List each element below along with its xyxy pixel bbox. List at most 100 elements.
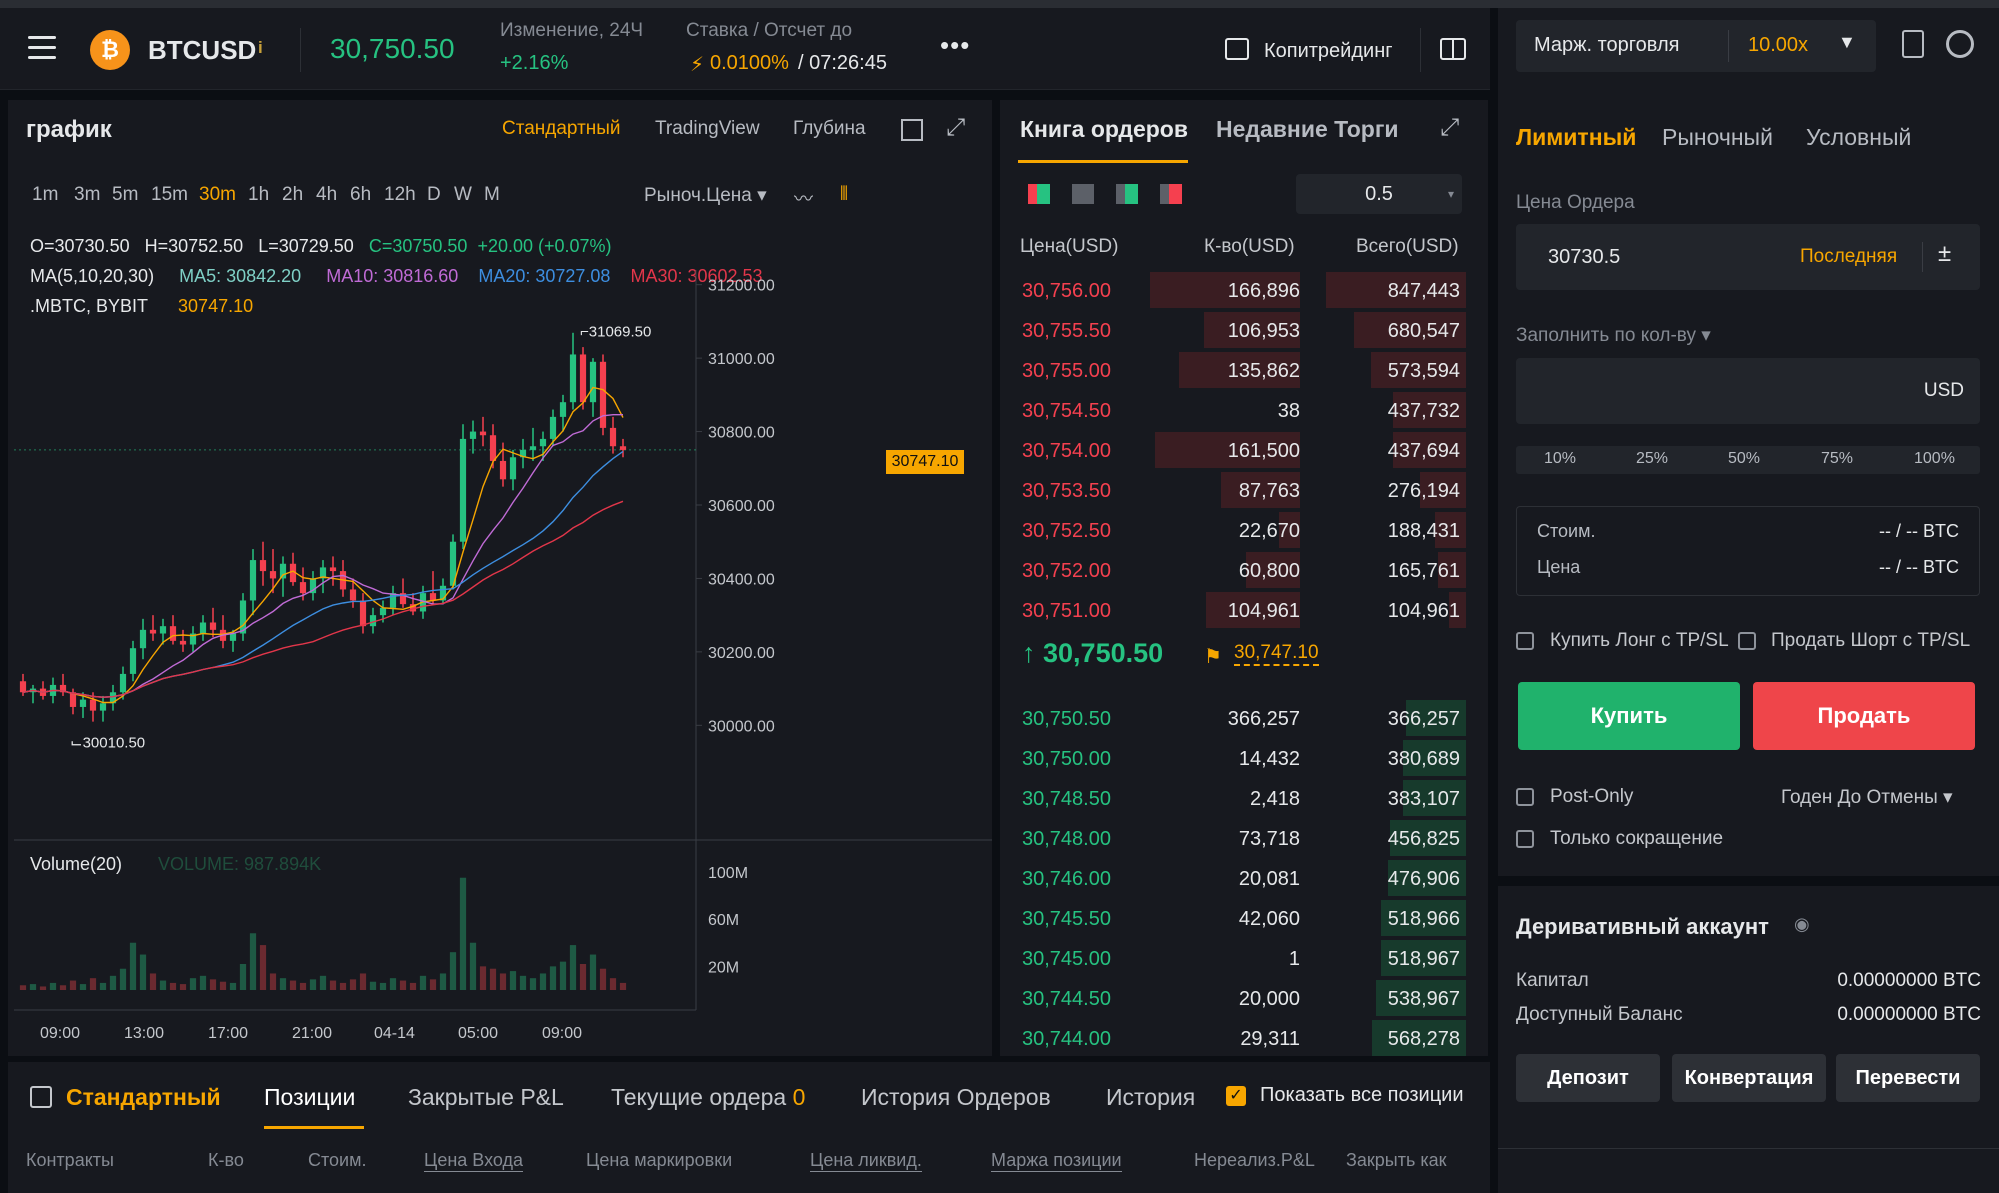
qty-slider[interactable]: 10% 25% 50% 75% 100% (1516, 446, 1980, 474)
col-7[interactable]: Нереализ.P&L (1194, 1150, 1315, 1171)
short-tpsl-checkbox[interactable] (1738, 632, 1756, 650)
pct-100[interactable]: 100% (1914, 450, 1955, 468)
volume-bar (129, 942, 137, 990)
ask-total: 104,961 (1387, 600, 1460, 622)
orderbook-panel: Книга ордеров Недавние Торги ⤢ 0.5 ▾ Цена… (1000, 100, 1488, 1056)
tab-standard[interactable]: Стандартный (66, 1084, 221, 1111)
eye-icon[interactable]: ◉ (1794, 914, 1810, 935)
qty-input[interactable]: USD (1516, 358, 1980, 424)
transfer-button[interactable]: Перевести (1836, 1054, 1980, 1102)
pct-75[interactable]: 75% (1821, 450, 1853, 468)
sell-button[interactable]: Продать (1753, 682, 1975, 750)
pct-10[interactable]: 10% (1544, 450, 1576, 468)
volume-bar (499, 973, 507, 990)
book-both-icon[interactable] (1028, 184, 1050, 204)
info-icon[interactable]: i (258, 38, 272, 58)
margin-mode-select[interactable]: Марж. торговля 10.00x ▼ (1516, 20, 1876, 72)
bid-row[interactable]: 30,744.50 20,000 538,967 (1000, 980, 1488, 1020)
col-0[interactable]: Контракты (26, 1150, 114, 1171)
more-icon[interactable]: ••• (940, 30, 970, 61)
bid-row[interactable]: 30,750.00 14,432 380,689 (1000, 740, 1488, 780)
tab-history[interactable]: История (1106, 1084, 1194, 1111)
symbol-selector[interactable]: BTCUSD (148, 35, 256, 66)
post-only-checkbox[interactable] (1516, 788, 1534, 806)
col-4[interactable]: Цена маркировки (586, 1150, 732, 1171)
bid-qty: 14,432 (1238, 748, 1300, 770)
bid-row[interactable]: 30,745.00 1 518,967 (1000, 940, 1488, 980)
bid-price: 30,750.00 (1022, 748, 1111, 770)
volume-bar (429, 979, 437, 990)
pct-25[interactable]: 25% (1636, 450, 1668, 468)
ask-qty: 135,862 (1227, 360, 1300, 382)
volume-bar (209, 979, 217, 990)
copytrading-link[interactable]: Копитрейдинг (1264, 40, 1393, 63)
ask-row[interactable]: 30,754.00 161,500 437,694 (1000, 432, 1488, 472)
col-2[interactable]: Стоим. (308, 1150, 366, 1171)
ask-row[interactable]: 30,755.50 106,953 680,547 (1000, 312, 1488, 352)
time-in-force-select[interactable]: Годен До Отмены ▾ (1781, 786, 1953, 809)
tab-open-orders[interactable]: Текущие ордера 0 (611, 1084, 805, 1111)
gear-icon[interactable] (1946, 30, 1974, 58)
pct-50[interactable]: 50% (1728, 450, 1760, 468)
buy-button[interactable]: Купить (1518, 682, 1740, 750)
copytrading-icon[interactable] (1225, 38, 1249, 60)
bid-row[interactable]: 30,748.00 73,718 456,825 (1000, 820, 1488, 860)
ask-row[interactable]: 30,755.00 135,862 573,594 (1000, 352, 1488, 392)
candle-chart[interactable]: 31200.00 31000.00 30800.00 30600.00 30400.00… (8, 100, 992, 1056)
show-all-checkbox[interactable]: ✓ (1226, 1086, 1246, 1106)
bid-row[interactable]: 30,746.00 20,081 476,906 (1000, 860, 1488, 900)
menu-icon[interactable] (28, 36, 56, 60)
convert-button[interactable]: Конвертация (1672, 1054, 1826, 1102)
price-label: Цена (1537, 557, 1581, 577)
grouping-select[interactable]: 0.5 ▾ (1296, 174, 1462, 214)
tab-closed-pnl[interactable]: Закрытые P&L (408, 1084, 564, 1111)
bid-row[interactable]: 30,748.50 2,418 383,107 (1000, 780, 1488, 820)
x-tick-label: 09:00 (40, 1025, 80, 1042)
plus-minus-icon[interactable]: ± (1938, 240, 1951, 268)
candle-body (209, 622, 217, 630)
tab-limit[interactable]: Лимитный (1516, 124, 1636, 151)
ask-row[interactable]: 30,751.00 104,961 104,961 (1000, 592, 1488, 632)
ask-row[interactable]: 30,756.00 166,896 847,443 (1000, 272, 1488, 312)
deposit-button[interactable]: Депозит (1516, 1054, 1660, 1102)
col-8[interactable]: Закрыть как (1346, 1150, 1447, 1171)
long-tpsl-checkbox[interactable] (1516, 632, 1534, 650)
col-5[interactable]: Цена ликвид. (810, 1150, 922, 1172)
last-price-button[interactable]: Последняя (1800, 246, 1897, 268)
bid-row[interactable]: 30,745.50 42,060 518,966 (1000, 900, 1488, 940)
calculator-icon[interactable] (1902, 30, 1924, 58)
volume-bar (149, 973, 157, 990)
order-price-input[interactable]: 30730.5 Последняя ± (1516, 224, 1980, 290)
reduce-only-checkbox[interactable] (1516, 830, 1534, 848)
book-asks-icon[interactable] (1160, 184, 1182, 204)
tab-order-history[interactable]: История Ордеров (861, 1084, 1051, 1111)
candle-body (179, 640, 187, 645)
bid-price: 30,745.50 (1022, 908, 1111, 930)
candle-body (599, 361, 607, 428)
qty-mode-select[interactable]: Заполнить по кол-ву ▾ (1516, 324, 1711, 347)
volume-value: VOLUME: 987.894K (158, 854, 322, 874)
book-icon[interactable] (1440, 38, 1466, 60)
ask-row[interactable]: 30,752.50 22,670 188,431 (1000, 512, 1488, 552)
ask-row[interactable]: 30,754.50 38 437,732 (1000, 392, 1488, 432)
bid-row[interactable]: 30,744.00 29,311 568,278 (1000, 1020, 1488, 1060)
tab-orderbook[interactable]: Книга ордеров (1020, 116, 1188, 143)
cost-value: -- / -- BTC (1879, 521, 1959, 541)
volume-bar (169, 982, 177, 990)
funding-label: Ставка / Отсчет до (686, 20, 853, 41)
col-1[interactable]: К-во (208, 1150, 244, 1171)
col-6[interactable]: Маржа позиции (991, 1150, 1122, 1172)
volume-bar (569, 945, 577, 990)
expand-icon[interactable]: ⤢ (1440, 114, 1459, 142)
book-bids-icon[interactable] (1116, 184, 1138, 204)
ask-row[interactable]: 30,752.00 60,800 165,761 (1000, 552, 1488, 592)
ask-row[interactable]: 30,753.50 87,763 276,194 (1000, 472, 1488, 512)
volume-bar (309, 979, 317, 990)
col-3[interactable]: Цена Входа (424, 1150, 524, 1172)
tab-positions[interactable]: Позиции (264, 1084, 355, 1111)
tab-conditional[interactable]: Условный (1806, 124, 1911, 151)
tab-market[interactable]: Рыночный (1662, 124, 1773, 151)
bid-row[interactable]: 30,750.50 366,257 366,257 (1000, 700, 1488, 740)
tab-recent-trades[interactable]: Недавние Торги (1216, 116, 1399, 143)
book-grid-icon[interactable] (1072, 184, 1094, 204)
